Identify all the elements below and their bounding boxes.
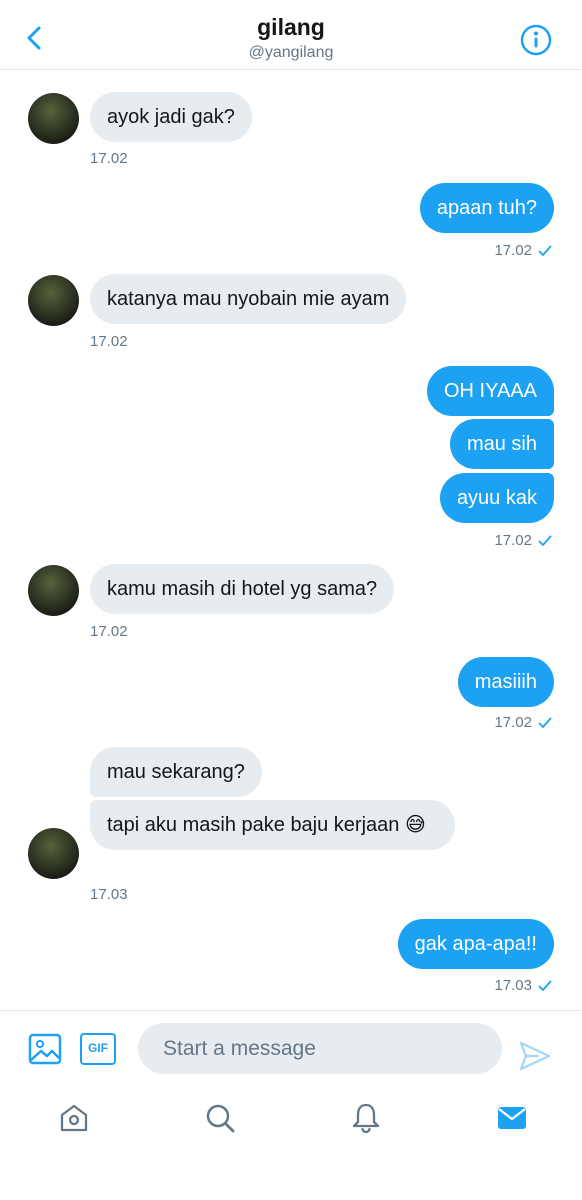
message-list[interactable]: ayok jadi gak? 17.02 apaan tuh? 17.02 ka… bbox=[0, 70, 582, 1010]
incoming-message-bubble[interactable]: kamu masih di hotel yg sama? bbox=[90, 564, 395, 614]
conversation-header: gilang @yangilang bbox=[0, 0, 582, 70]
incoming-message-bubble[interactable]: ayok jadi gak? bbox=[90, 92, 252, 142]
avatar[interactable] bbox=[28, 93, 79, 144]
info-icon[interactable] bbox=[520, 24, 552, 56]
message-composer: GIF bbox=[0, 1010, 582, 1086]
message-timestamp: 17.02 bbox=[90, 333, 128, 350]
outgoing-message-bubble[interactable]: gak apa-apa!! bbox=[397, 919, 554, 969]
incoming-message-bubble[interactable]: katanya mau nyobain mie ayam bbox=[90, 274, 407, 324]
message-timestamp: 17.02 bbox=[90, 150, 128, 167]
read-check-icon bbox=[538, 980, 552, 991]
read-check-icon bbox=[538, 535, 552, 546]
mail-icon[interactable] bbox=[496, 1102, 528, 1134]
message-timestamp: 17.03 bbox=[494, 977, 532, 994]
tab-bar bbox=[0, 1086, 582, 1200]
avatar[interactable] bbox=[28, 828, 79, 879]
outgoing-message-bubble[interactable]: mau sih bbox=[449, 419, 554, 469]
send-icon[interactable] bbox=[518, 1039, 552, 1073]
outgoing-message-bubble[interactable]: apaan tuh? bbox=[419, 183, 554, 233]
message-status: 17.03 bbox=[494, 977, 552, 994]
message-status: 17.02 bbox=[494, 242, 552, 259]
image-icon[interactable] bbox=[28, 1033, 62, 1065]
incoming-message-bubble[interactable]: mau sekarang? bbox=[90, 747, 262, 797]
bell-icon[interactable] bbox=[350, 1102, 382, 1134]
read-check-icon bbox=[538, 717, 552, 728]
search-icon[interactable] bbox=[204, 1102, 236, 1134]
conversation-title[interactable]: gilang bbox=[0, 14, 582, 41]
avatar[interactable] bbox=[28, 275, 79, 326]
message-status: 17.02 bbox=[494, 532, 552, 549]
message-timestamp: 17.02 bbox=[494, 714, 532, 731]
gif-icon[interactable]: GIF bbox=[80, 1033, 116, 1065]
conversation-handle: @yangilang bbox=[248, 44, 334, 61]
outgoing-message-bubble[interactable]: masiiih bbox=[457, 657, 554, 707]
read-check-icon bbox=[538, 245, 552, 256]
outgoing-message-bubble[interactable]: ayuu kak bbox=[439, 473, 554, 523]
home-icon[interactable] bbox=[58, 1102, 90, 1134]
message-input[interactable] bbox=[138, 1023, 502, 1074]
message-timestamp: 17.02 bbox=[494, 532, 532, 549]
outgoing-message-bubble[interactable]: OH IYAAA bbox=[427, 366, 554, 416]
message-status: 17.02 bbox=[494, 714, 552, 731]
message-timestamp: 17.03 bbox=[90, 886, 128, 903]
incoming-message-bubble[interactable]: tapi aku masih pake baju kerjaan 😅 bbox=[90, 800, 455, 850]
message-timestamp: 17.02 bbox=[90, 623, 128, 640]
message-timestamp: 17.02 bbox=[494, 242, 532, 259]
avatar[interactable] bbox=[28, 565, 79, 616]
